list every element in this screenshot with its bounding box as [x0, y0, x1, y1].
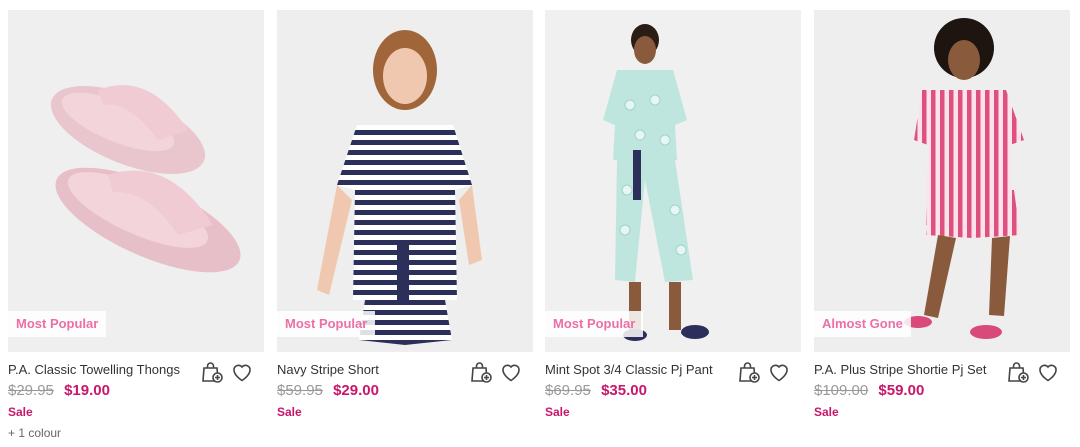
navy-stripe-photo [277, 10, 533, 352]
status-badge: Almost Gone [814, 311, 911, 337]
product-card: Most Popular Mint Spot 3/4 Classic Pj Pa… [545, 10, 801, 442]
card-actions [737, 360, 791, 384]
sale-price: $59.00 [878, 382, 925, 399]
sale-label: Sale [277, 405, 302, 419]
sale-price: $29.00 [333, 382, 379, 399]
product-image[interactable]: Most Popular [8, 10, 264, 352]
price-row: $69.95 $35.00 [545, 382, 647, 399]
price-row: $29.95 $19.00 [8, 382, 110, 399]
product-image[interactable]: Most Popular [277, 10, 533, 352]
original-price: $109.00 [814, 382, 869, 399]
original-price: $69.95 [545, 382, 591, 399]
mint-spot-photo [545, 10, 801, 352]
card-actions [469, 360, 523, 384]
product-title[interactable]: Mint Spot 3/4 Classic Pj Pant [545, 362, 713, 377]
price-row: $59.95 $29.00 [277, 382, 379, 399]
product-grid: Most Popular P.A. Classic Towelling Thon… [0, 0, 1080, 447]
product-meta: P.A. Classic Towelling Thongs $29.95 $19… [8, 352, 264, 442]
product-title[interactable]: P.A. Plus Stripe Shortie Pj Set [814, 362, 986, 377]
product-meta: P.A. Plus Stripe Shortie Pj Set $109.00 … [814, 352, 1070, 442]
card-actions [200, 360, 254, 384]
original-price: $59.95 [277, 382, 323, 399]
colour-count[interactable]: + 1 colour [8, 426, 61, 440]
product-meta: Mint Spot 3/4 Classic Pj Pant $69.95 $35… [545, 352, 801, 442]
bag-plus-icon[interactable] [1006, 360, 1030, 384]
bag-plus-icon[interactable] [200, 360, 224, 384]
product-image[interactable]: Most Popular [545, 10, 801, 352]
sale-price: $35.00 [601, 382, 647, 399]
original-price: $29.95 [8, 382, 54, 399]
heart-icon[interactable] [230, 360, 254, 384]
price-row: $109.00 $59.00 [814, 382, 924, 399]
bag-plus-icon[interactable] [469, 360, 493, 384]
pink-thongs-photo [8, 10, 264, 352]
sale-label: Sale [545, 405, 570, 419]
sale-label: Sale [814, 405, 839, 419]
product-card: Almost Gone P.A. Plus Stripe Shortie Pj … [814, 10, 1070, 442]
product-title[interactable]: P.A. Classic Towelling Thongs [8, 362, 180, 377]
product-card: Most Popular P.A. Classic Towelling Thon… [8, 10, 264, 442]
pink-stripe-photo [814, 10, 1070, 352]
bag-plus-icon[interactable] [737, 360, 761, 384]
card-actions [1006, 360, 1060, 384]
product-meta: Navy Stripe Short $59.95 $29.00 Sale [277, 352, 533, 442]
heart-icon[interactable] [1036, 360, 1060, 384]
heart-icon[interactable] [499, 360, 523, 384]
status-badge: Most Popular [277, 311, 376, 337]
sale-label: Sale [8, 405, 33, 419]
product-image[interactable]: Almost Gone [814, 10, 1070, 352]
heart-icon[interactable] [767, 360, 791, 384]
status-badge: Most Popular [8, 311, 107, 337]
product-card: Most Popular Navy Stripe Short $59.95 $2… [277, 10, 533, 442]
product-title[interactable]: Navy Stripe Short [277, 362, 379, 377]
status-badge: Most Popular [545, 311, 644, 337]
sale-price: $19.00 [64, 382, 110, 399]
